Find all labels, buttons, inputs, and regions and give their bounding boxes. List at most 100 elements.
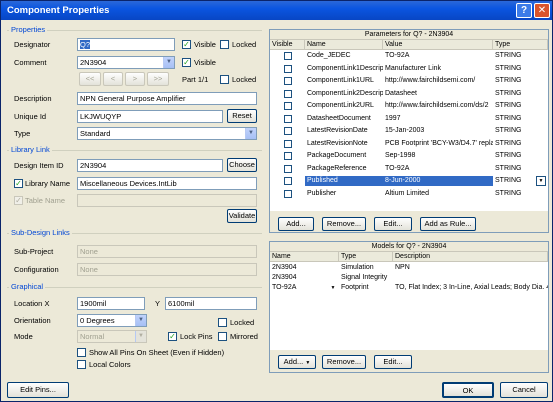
first-part-button[interactable]: << bbox=[79, 72, 101, 86]
mirrored-label: Mirrored bbox=[230, 332, 258, 341]
chevron-down-icon[interactable]: ▼ bbox=[328, 283, 338, 293]
location-y-field[interactable]: 6100mil bbox=[165, 297, 257, 310]
parameter-row[interactable]: LatestRevisionDate 15-Jan-2003 STRING bbox=[270, 126, 548, 136]
parameter-visible-checkbox[interactable] bbox=[284, 114, 292, 123]
location-x-field[interactable]: 1900mil bbox=[77, 297, 145, 310]
designator-visible-checkbox[interactable]: ✓ bbox=[182, 40, 191, 49]
close-button[interactable]: ✕ bbox=[534, 3, 550, 18]
parameter-visible-checkbox[interactable] bbox=[284, 164, 292, 173]
reset-button[interactable]: Reset bbox=[227, 109, 257, 123]
design-item-field[interactable]: 2N3904 bbox=[77, 159, 223, 172]
local-colors-checkbox[interactable] bbox=[77, 360, 86, 369]
parameter-row[interactable]: DatasheetDocument 1997 STRING bbox=[270, 114, 548, 124]
parameter-row[interactable]: Publisher Altium Limited STRING bbox=[270, 189, 548, 199]
ok-button[interactable]: OK bbox=[442, 382, 494, 398]
parameter-visible-checkbox[interactable] bbox=[284, 139, 292, 148]
type-combo[interactable]: Standard ▼ bbox=[77, 127, 257, 140]
graphical-locked-checkbox[interactable] bbox=[218, 318, 227, 327]
chevron-down-icon[interactable]: ▼ bbox=[245, 128, 256, 139]
parameter-row[interactable]: ComponentLink2DescriptionDatasheet STRING bbox=[270, 89, 548, 99]
edit-pins-button[interactable]: Edit Pins... bbox=[7, 382, 69, 398]
help-button[interactable]: ? bbox=[516, 3, 532, 18]
chevron-down-icon[interactable]: ▼ bbox=[135, 315, 146, 326]
chevron-down-icon[interactable]: ▼ bbox=[135, 331, 146, 342]
models-panel: Models for Q? - 2N3904 Name Type Descrip… bbox=[269, 241, 549, 373]
parameter-type: STRING bbox=[495, 152, 522, 159]
comment-visible-checkbox[interactable]: ✓ bbox=[182, 58, 191, 67]
parameter-visible-checkbox[interactable] bbox=[284, 64, 292, 73]
library-name-field[interactable]: Miscellaneous Devices.IntLib bbox=[77, 177, 257, 190]
parameter-row[interactable]: Code_JEDEC TO-92A STRING bbox=[270, 51, 548, 61]
parameter-name: Publisher bbox=[307, 189, 337, 197]
parameter-row[interactable]: ComponentLink1DescriptionManufacturer Li… bbox=[270, 64, 548, 74]
parameter-add-as-rule-button[interactable]: Add as Rule... bbox=[420, 217, 476, 231]
models-column-name[interactable]: Name bbox=[270, 252, 339, 262]
table-name-checkbox[interactable]: ✓ bbox=[14, 196, 23, 205]
parameter-visible-checkbox[interactable] bbox=[284, 52, 292, 60]
mode-combo[interactable]: Normal ▼ bbox=[77, 330, 147, 343]
comment-combo[interactable]: 2N3904 ▼ bbox=[77, 56, 175, 69]
validate-button[interactable]: Validate bbox=[227, 209, 257, 223]
designator-field[interactable]: Q? bbox=[77, 38, 175, 51]
model-name: 2N3904 bbox=[272, 264, 297, 271]
parameter-visible-checkbox[interactable] bbox=[284, 177, 292, 185]
choose-button[interactable]: Choose bbox=[227, 158, 257, 172]
previous-part-button[interactable]: < bbox=[103, 72, 123, 86]
chevron-down-icon[interactable]: ▼ bbox=[163, 57, 174, 68]
parameter-row[interactable]: PackageReference TO-92A STRING bbox=[270, 164, 548, 174]
parameter-visible-checkbox[interactable] bbox=[284, 189, 292, 198]
parameters-column-visible[interactable]: Visible bbox=[270, 40, 305, 50]
part-indicator: Part 1/1 bbox=[182, 75, 209, 84]
parameters-column-type[interactable]: Type bbox=[493, 40, 548, 50]
model-row[interactable]: TO-92A Footprint TO, Flat Index; 3 In-Line… bbox=[270, 283, 548, 293]
parameter-remove-button[interactable]: Remove... bbox=[322, 217, 366, 231]
parameter-visible-checkbox[interactable] bbox=[284, 127, 292, 135]
parameter-row[interactable]: LatestRevisionNote PCB Footprint 'BCY-W3/… bbox=[270, 139, 548, 149]
mirrored-checkbox[interactable] bbox=[218, 332, 227, 341]
parameter-visible-checkbox[interactable] bbox=[284, 77, 292, 85]
sub-project-field[interactable]: None bbox=[77, 245, 257, 258]
component-properties-dialog: Component Properties ? ✕ Properties Desi… bbox=[0, 0, 553, 402]
parameter-visible-checkbox[interactable] bbox=[284, 89, 292, 98]
model-add-button[interactable]: Add... ▼ bbox=[278, 355, 316, 369]
parameter-row[interactable]: ComponentLink1URL http://www.fairchildsem… bbox=[270, 76, 548, 86]
description-field[interactable]: NPN General Purpose Amplifier bbox=[77, 92, 257, 105]
next-part-button[interactable]: > bbox=[125, 72, 145, 86]
unique-id-field[interactable]: LKJWUQYP bbox=[77, 110, 223, 123]
parameter-row[interactable]: PackageDocument Sep-1998 STRING bbox=[270, 151, 548, 161]
library-name-checkbox[interactable]: ✓ bbox=[14, 179, 23, 188]
orientation-combo[interactable]: 0 Degrees ▼ bbox=[77, 314, 147, 327]
parameter-add-button[interactable]: Add... bbox=[278, 217, 314, 231]
parameter-value: Sep-1998 bbox=[385, 152, 416, 159]
parameter-visible-checkbox[interactable] bbox=[284, 152, 292, 160]
table-name-field[interactable] bbox=[77, 194, 257, 207]
chevron-down-icon[interactable]: ▼ bbox=[536, 176, 546, 186]
parameter-row[interactable]: Published 8-Jun-2000 STRING ▼ bbox=[270, 176, 548, 186]
parameter-type: STRING bbox=[495, 139, 522, 147]
parameters-column-value[interactable]: Value bbox=[383, 40, 493, 50]
model-row[interactable]: 2N3904 Simulation NPN bbox=[270, 263, 548, 273]
cancel-button[interactable]: Cancel bbox=[500, 382, 548, 398]
model-remove-button[interactable]: Remove... bbox=[322, 355, 366, 369]
parameter-edit-button[interactable]: Edit... bbox=[374, 217, 412, 231]
models-column-type[interactable]: Type bbox=[339, 252, 393, 262]
parameter-name: ComponentLink2Description bbox=[307, 89, 383, 97]
last-part-button[interactable]: >> bbox=[147, 72, 169, 86]
model-description: TO, Flat Index; 3 In-Line, Axial Leads; … bbox=[395, 284, 548, 291]
local-colors-label: Local Colors bbox=[89, 360, 131, 369]
parameters-column-name[interactable]: Name bbox=[305, 40, 383, 50]
parameter-row[interactable]: ComponentLink2URL http://www.fairchildsem… bbox=[270, 101, 548, 111]
model-row[interactable]: 2N3904 Signal Integrity bbox=[270, 273, 548, 283]
parameter-visible-checkbox[interactable] bbox=[284, 102, 292, 110]
lock-pins-checkbox[interactable]: ✓ bbox=[168, 332, 177, 341]
show-all-pins-checkbox[interactable] bbox=[77, 348, 86, 357]
models-button-bar: Add... ▼ Remove... Edit... bbox=[270, 350, 548, 372]
properties-group-title: Properties bbox=[9, 25, 48, 34]
configuration-field[interactable]: None bbox=[77, 263, 257, 276]
part-locked-checkbox[interactable] bbox=[220, 75, 229, 84]
parameter-value: Datasheet bbox=[385, 89, 417, 97]
designator-locked-checkbox[interactable] bbox=[220, 40, 229, 49]
models-column-description[interactable]: Description bbox=[393, 252, 548, 262]
title-bar: Component Properties ? ✕ bbox=[1, 1, 552, 20]
model-edit-button[interactable]: Edit... bbox=[374, 355, 412, 369]
